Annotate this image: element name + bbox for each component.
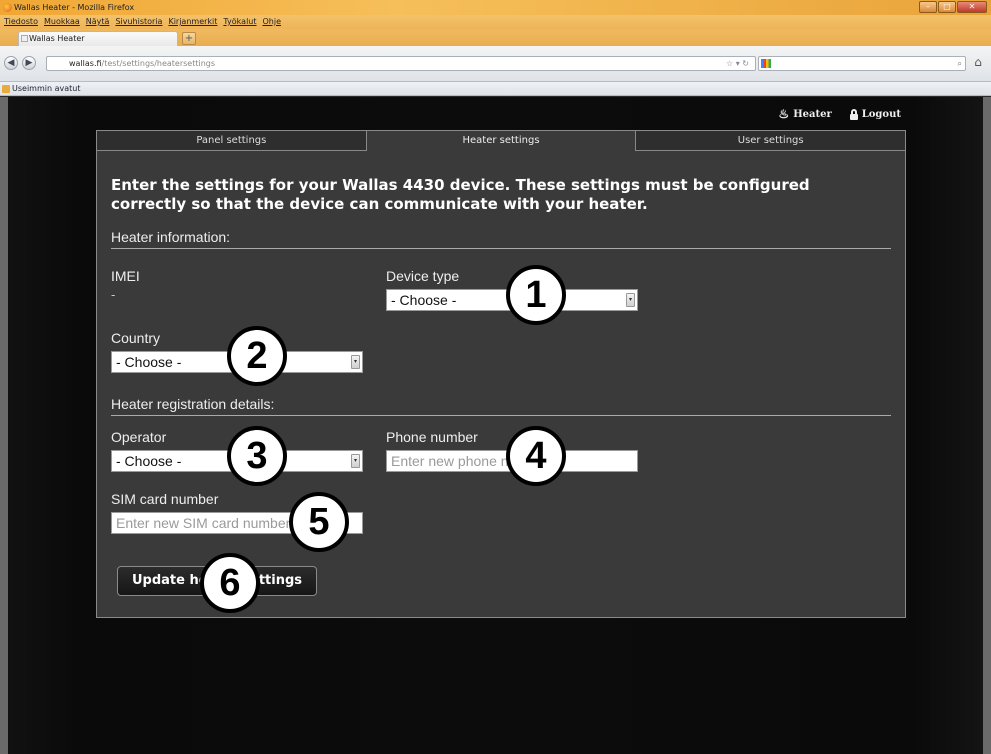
callout-1: 1 [506,265,566,325]
new-tab-button[interactable]: + [182,32,196,45]
settings-tabs: Panel settings Heater settings User sett… [97,131,906,151]
browser-tab-strip: Wallas Heater + [0,29,991,46]
country-value: - Choose - [116,354,182,370]
callout-5: 5 [289,492,349,552]
heater-link[interactable]: ♨ Heater [778,107,831,121]
left-border [0,97,8,754]
navigation-toolbar: ◀ ▶ wallas.fi/test/settings/heatersettin… [0,46,991,82]
close-window-button[interactable]: ✕ [957,1,987,13]
window-title: Wallas Heater - Mozilla Firefox [14,3,135,12]
country-label: Country [111,330,161,346]
menu-item-help[interactable]: Ohje [263,15,282,29]
menu-item-bookmarks[interactable]: Kirjanmerkit [168,15,217,29]
logout-link[interactable]: Logout [849,107,901,121]
menu-item-file[interactable]: Tiedosto [4,15,38,29]
menu-item-history[interactable]: Sivuhistoria [115,15,162,29]
lock-icon [849,108,858,120]
browser-tab[interactable]: Wallas Heater [18,31,178,46]
search-icon[interactable]: ⌕ [958,57,962,70]
heater-information-title: Heater information: [111,229,891,249]
url-host: wallas.fi [69,59,102,68]
operator-value: - Choose - [116,453,182,469]
top-navigation: ♨ Heater Logout [778,107,901,121]
page-content: ♨ Heater Logout Panel settings Heater se… [0,97,991,754]
right-border [983,97,991,754]
callout-2: 2 [227,326,287,386]
registration-details-title: Heater registration details: [111,396,891,416]
bookmark-star-icon[interactable]: ☆ ▾ ↻ [726,57,749,70]
home-icon[interactable]: ⌂ [970,55,986,71]
sim-card-label: SIM card number [111,491,219,507]
callout-3: 3 [227,426,287,486]
tab-user-settings[interactable]: User settings [636,131,906,151]
window-titlebar: Wallas Heater - Mozilla Firefox – □ ✕ [0,0,991,15]
device-type-value: - Choose - [391,292,457,308]
operator-label: Operator [111,429,167,445]
browser-tab-title: Wallas Heater [29,34,85,43]
logout-link-label: Logout [861,108,901,120]
phone-number-label: Phone number [386,429,478,445]
menu-bar: Tiedosto Muokkaa Näytä Sivuhistoria Kirj… [0,15,991,29]
address-bar[interactable]: wallas.fi/test/settings/heatersettings ☆… [46,56,756,71]
bookmark-folder-icon [2,85,10,93]
back-arrow-icon[interactable]: ◀ [4,56,18,70]
url-path: /test/settings/heatersettings [101,59,216,68]
callout-4: 4 [506,426,566,486]
callout-6: 6 [200,553,260,613]
imei-label: IMEI [111,268,140,284]
imei-value: - [111,288,116,302]
bookmarks-toolbar: Useimmin avatut [0,82,991,96]
dropdown-arrow-icon[interactable]: ▾ [351,355,360,369]
maximize-button[interactable]: □ [938,1,956,13]
menu-item-view[interactable]: Näytä [86,15,110,29]
device-type-label: Device type [386,268,460,284]
tab-panel-settings[interactable]: Panel settings [97,131,367,151]
minimize-button[interactable]: – [919,1,937,13]
dropdown-arrow-icon[interactable]: ▾ [351,454,360,468]
forward-arrow-icon[interactable]: ▶ [22,56,36,70]
page-favicon-icon [21,35,28,42]
intro-text: Enter the settings for your Wallas 4430 … [111,176,810,213]
heater-link-label: Heater [793,108,832,120]
search-box[interactable]: ⌕ [758,56,966,71]
menu-item-edit[interactable]: Muokkaa [44,15,80,29]
firefox-icon [3,3,12,12]
menu-item-tools[interactable]: Työkalut [223,15,256,29]
bookmark-most-visited[interactable]: Useimmin avatut [12,84,80,93]
dropdown-arrow-icon[interactable]: ▾ [626,293,635,307]
tab-heater-settings[interactable]: Heater settings [366,131,637,151]
search-engine-icon[interactable] [761,59,771,68]
heater-icon: ♨ [778,107,790,121]
settings-panel: Panel settings Heater settings User sett… [96,130,906,618]
